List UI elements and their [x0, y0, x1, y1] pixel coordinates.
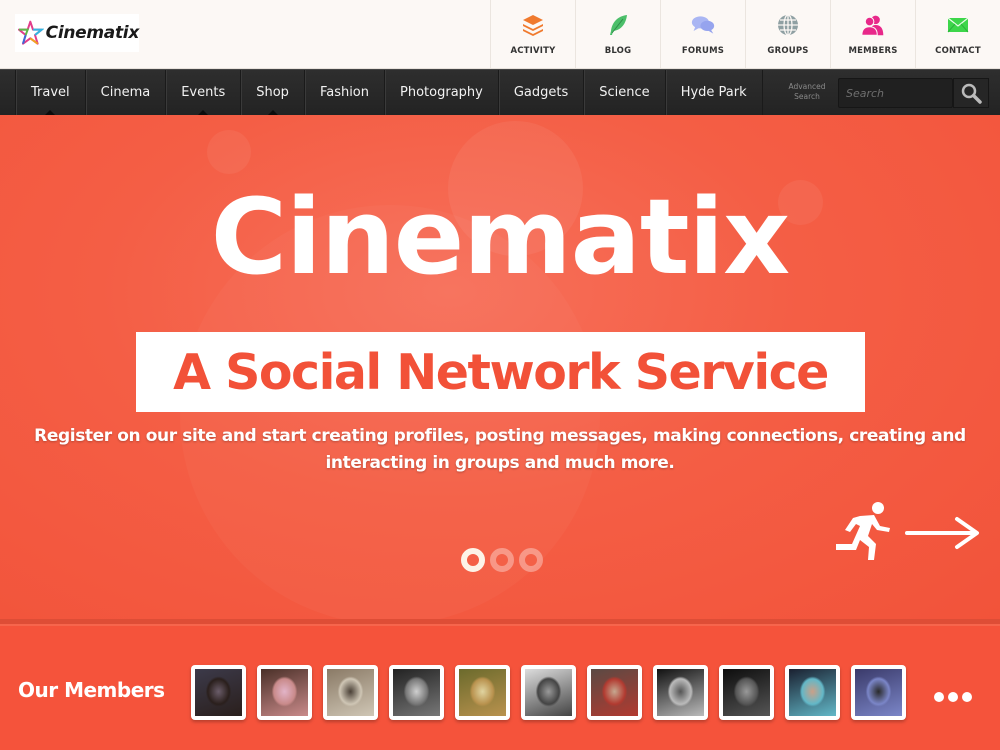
avatar-photo [459, 669, 506, 716]
advanced-search-line1: Advanced [788, 82, 826, 91]
running-man-icon[interactable] [830, 500, 900, 562]
site-header: Cinematix ACTIVITY BLOG FORUMS GROUPS ME… [0, 0, 1000, 69]
member-avatar[interactable] [191, 665, 246, 720]
topnav-label: FORUMS [681, 46, 725, 56]
menu-item-travel[interactable]: Travel [16, 70, 86, 115]
site-logo[interactable]: Cinematix [15, 14, 139, 52]
slide-dot-2[interactable] [490, 548, 514, 572]
envelope-icon [945, 12, 971, 38]
menu-item-label: Fashion [319, 85, 370, 100]
menu-item-cinema[interactable]: Cinema [86, 70, 167, 115]
avatar-photo [789, 669, 836, 716]
topnav-label: CONTACT [935, 46, 981, 56]
menu-item-label: Photography [400, 85, 483, 100]
search-button[interactable] [953, 78, 989, 108]
hero-description: Register on our site and start creating … [34, 426, 966, 473]
menu-item-gadgets[interactable]: Gadgets [499, 70, 585, 115]
member-avatar[interactable] [851, 665, 906, 720]
avatar-photo [657, 669, 704, 716]
slider-pagination [461, 548, 543, 572]
avatar-photo [855, 669, 902, 716]
main-menu: Travel Cinema Events Shop Fashion Photog… [15, 70, 763, 115]
menu-item-photography[interactable]: Photography [385, 70, 499, 115]
hero-subtitle-box: A Social Network Service [136, 332, 865, 412]
topnav-contact[interactable]: CONTACT [915, 0, 1000, 68]
topnav-members[interactable]: MEMBERS [830, 0, 915, 68]
search-icon [961, 83, 982, 104]
slide-dot-3[interactable] [519, 548, 543, 572]
menu-item-label: Shop [256, 85, 289, 100]
topnav-label: ACTIVITY [510, 46, 556, 56]
menu-item-label: Science [599, 85, 650, 100]
members-avatar-list [191, 665, 906, 720]
member-avatar[interactable] [257, 665, 312, 720]
topnav-label: BLOG [604, 46, 632, 56]
hero-title: Cinematix [210, 176, 791, 298]
member-avatar[interactable] [323, 665, 378, 720]
topnav-blog[interactable]: BLOG [575, 0, 660, 68]
menu-item-label: Cinema [100, 85, 151, 100]
avatar-photo [261, 669, 308, 716]
hero-subtitle: A Social Network Service [173, 343, 829, 401]
avatar-photo [195, 669, 242, 716]
menu-item-events[interactable]: Events [166, 70, 242, 115]
menu-item-science[interactable]: Science [584, 70, 666, 115]
member-avatar[interactable] [719, 665, 774, 720]
hero-slider: Cinematix A Social Network Service Regis… [0, 115, 1000, 620]
globe-icon [775, 12, 801, 38]
avatar-photo [393, 669, 440, 716]
topnav-groups[interactable]: GROUPS [745, 0, 830, 68]
section-divider [0, 619, 1000, 626]
menu-item-label: Travel [31, 85, 70, 100]
menu-item-hyde-park[interactable]: Hyde Park [666, 70, 763, 115]
star-logo-icon [17, 20, 44, 45]
member-avatar[interactable] [521, 665, 576, 720]
menu-item-shop[interactable]: Shop [241, 70, 305, 115]
member-avatar[interactable] [455, 665, 510, 720]
menu-item-label: Events [181, 85, 226, 100]
feather-icon [605, 12, 631, 38]
members-title: Our Members [18, 678, 165, 702]
member-avatar[interactable] [389, 665, 444, 720]
menu-item-label: Gadgets [513, 85, 569, 100]
avatar-photo [591, 669, 638, 716]
members-section: Our Members [0, 626, 1000, 750]
advanced-search-link[interactable]: Advanced Search [783, 82, 831, 102]
users-icon [860, 12, 886, 38]
avatar-photo [723, 669, 770, 716]
arrow-right-icon[interactable] [905, 515, 981, 551]
topnav-label: MEMBERS [848, 46, 898, 56]
logo-text: Cinematix [45, 23, 140, 43]
topnav-forums[interactable]: FORUMS [660, 0, 745, 68]
avatar-photo [525, 669, 572, 716]
avatar-photo [327, 669, 374, 716]
topnav-activity[interactable]: ACTIVITY [490, 0, 575, 68]
menu-item-label: Hyde Park [680, 85, 747, 100]
menu-item-fashion[interactable]: Fashion [305, 70, 386, 115]
decorative-bubble [207, 130, 251, 174]
search-input[interactable] [838, 78, 953, 108]
topnav-label: GROUPS [767, 46, 809, 56]
member-avatar[interactable] [587, 665, 642, 720]
member-avatar[interactable] [653, 665, 708, 720]
top-navigation: ACTIVITY BLOG FORUMS GROUPS MEMBERS CONT… [490, 0, 1000, 68]
member-avatar[interactable] [785, 665, 840, 720]
main-menu-bar: Travel Cinema Events Shop Fashion Photog… [0, 69, 1000, 115]
layers-icon [520, 12, 546, 38]
chat-bubbles-icon [690, 12, 716, 38]
advanced-search-line2: Search [794, 92, 820, 101]
slide-dot-1[interactable] [461, 548, 485, 572]
more-dots-icon[interactable] [934, 692, 972, 702]
